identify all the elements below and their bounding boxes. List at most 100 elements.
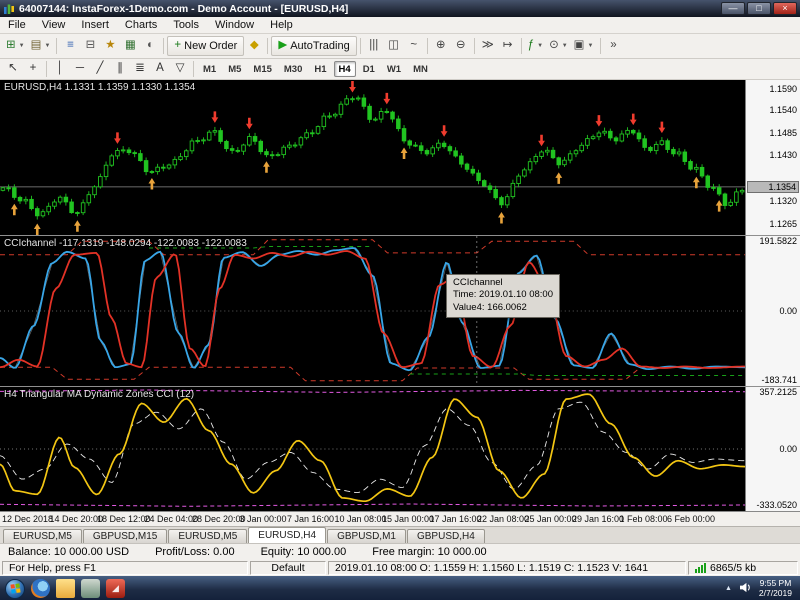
metaeditor-button[interactable]: ◆: [244, 36, 264, 56]
new-chart-button[interactable]: ⊞▼: [3, 36, 28, 56]
chart-tab-gbpusdm15[interactable]: GBPUSD,M15: [83, 529, 167, 543]
chart-tab-gbpusdm1[interactable]: GBPUSD,M1: [327, 529, 406, 543]
new-order-icon: +: [174, 40, 181, 52]
market-watch-button[interactable]: ≡: [60, 36, 80, 56]
menu-file[interactable]: File: [0, 18, 34, 32]
time-axis[interactable]: 12 Dec 201814 Dec 20:0018 Dec 12:0024 De…: [0, 511, 800, 526]
profiles-button[interactable]: ▤▼: [28, 36, 54, 56]
crosshair-button[interactable]: +: [23, 59, 43, 79]
scale-tick: 1.1485: [769, 128, 797, 138]
timeframe-d1[interactable]: D1: [358, 61, 380, 77]
zoom-out-button[interactable]: ⊖: [451, 36, 471, 56]
taskbar-clock[interactable]: 9:55 PM 2/7/2019: [759, 579, 795, 599]
scale-tick: 0.00: [779, 444, 797, 454]
new-chart-icon: ⊞: [6, 40, 16, 52]
scale-tick: 357.2125: [759, 387, 797, 397]
time-label: 28 Dec 20:00: [192, 514, 246, 524]
timeframe-w1[interactable]: W1: [382, 61, 406, 77]
timeframe-m15[interactable]: M15: [248, 61, 276, 77]
trendline-button[interactable]: ╱: [90, 59, 110, 79]
scale-tick: 0.00: [779, 306, 797, 316]
mt4-window: 64007144: InstaForex-1Demo.com - Demo Ac…: [0, 0, 800, 600]
price-scale[interactable]: 1.15901.15401.14851.14301.13201.12651.13…: [745, 80, 800, 235]
menu-charts[interactable]: Charts: [117, 18, 165, 32]
trading-app-taskbar-icon[interactable]: ◢: [106, 579, 125, 598]
system-tray: ▲ 9:55 PM 2/7/2019: [725, 579, 795, 599]
templates-icon: ▣: [574, 40, 585, 52]
auto-scroll-button[interactable]: ≫: [478, 36, 498, 56]
cci-scale[interactable]: 191.58220.00-183.741: [745, 236, 800, 386]
menu-help[interactable]: Help: [262, 18, 301, 32]
scale-tick: -333.0520: [756, 500, 797, 510]
chart-shift-button[interactable]: ↦: [498, 36, 518, 56]
autotrading-button[interactable]: ▶AutoTrading: [271, 36, 356, 56]
cci-lines: [0, 236, 745, 386]
menu-view[interactable]: View: [34, 18, 74, 32]
timeframe-m1[interactable]: M1: [198, 61, 221, 77]
menu-window[interactable]: Window: [207, 18, 262, 32]
dropdown-arrow-icon: ▼: [562, 43, 568, 49]
menu-bar: FileViewInsertChartsToolsWindowHelp: [0, 17, 800, 34]
timeframe-m5[interactable]: M5: [223, 61, 246, 77]
menu-tools[interactable]: Tools: [165, 18, 207, 32]
clock-date: 2/7/2019: [759, 589, 792, 599]
chart-tab-gbpusdh4[interactable]: GBPUSD,H4: [407, 529, 485, 543]
tma-scale[interactable]: 357.2125 0.00 -333.0520: [745, 387, 800, 511]
navigator-icon: ★: [105, 40, 115, 52]
minimize-button[interactable]: —: [721, 2, 745, 15]
price-chart-plot[interactable]: EURUSD,H4 1.1331 1.1359 1.1330 1.1354: [0, 80, 745, 235]
data-window-button[interactable]: ⊟: [80, 36, 100, 56]
status-connection[interactable]: 6865/5 kb: [688, 561, 798, 575]
vertical-line-button[interactable]: │: [50, 59, 70, 79]
tray-chevron-icon[interactable]: ▲: [725, 585, 732, 592]
horizontal-line-button[interactable]: ─: [70, 59, 90, 79]
tooltip-time: Time: 2019.01.10 08:00: [453, 289, 553, 301]
equidistant-channel-icon: ∥: [117, 63, 123, 75]
indicators-icon: ƒ: [528, 40, 534, 52]
timeframe-h1[interactable]: H1: [309, 61, 331, 77]
browser-taskbar-icon[interactable]: [31, 579, 50, 598]
zoom-in-button[interactable]: ⊕: [431, 36, 451, 56]
toolbar-separator: [474, 38, 475, 54]
equidistant-channel-button[interactable]: ∥: [110, 59, 130, 79]
indicators-button[interactable]: ƒ▼: [525, 36, 546, 56]
timeframe-m30[interactable]: M30: [279, 61, 307, 77]
close-button[interactable]: ×: [773, 2, 797, 15]
folder-taskbar-icon[interactable]: [56, 579, 75, 598]
speaker-icon[interactable]: [739, 580, 752, 598]
chart-tabs-bar: EURUSD,M5GBPUSD,M15EURUSD,M5EURUSD,H4GBP…: [0, 526, 800, 543]
chart-tab-eurusdh4[interactable]: EURUSD,H4: [248, 527, 326, 543]
templates-button[interactable]: ▣▼: [571, 36, 597, 56]
cursor-button[interactable]: ↖: [3, 59, 23, 79]
time-label: 25 Jan 00:00: [525, 514, 577, 524]
timeframe-h4[interactable]: H4: [334, 61, 356, 77]
status-template[interactable]: Default: [250, 561, 326, 575]
dropdown-arrow-icon: ▼: [537, 43, 543, 49]
strategy-tester-button[interactable]: ◐: [140, 36, 160, 56]
cci-indicator-panel: CCIchannel -117.1319 -148.0294 -122.0083…: [0, 236, 800, 386]
start-button[interactable]: [5, 579, 25, 599]
new-order-button[interactable]: +New Order: [167, 36, 244, 56]
fibonacci-button[interactable]: ≣: [130, 59, 150, 79]
toolbar-overflow-button[interactable]: »: [604, 36, 624, 56]
new-order-label: New Order: [184, 40, 237, 52]
menu-insert[interactable]: Insert: [73, 18, 117, 32]
text-label-button[interactable]: A: [150, 59, 170, 79]
tma-plot[interactable]: H4 Triangular MA Dynamic Zones CCI (12): [0, 387, 745, 511]
maximize-button[interactable]: □: [747, 2, 771, 15]
periods-button[interactable]: ⊙▼: [546, 36, 571, 56]
app-taskbar-icon[interactable]: [81, 579, 100, 598]
toolbar-separator: [56, 38, 57, 54]
chart-candles-icon: ◫: [388, 40, 399, 52]
connection-bars-icon: [695, 563, 706, 573]
chart-line-button[interactable]: ~: [404, 36, 424, 56]
timeframe-mn[interactable]: MN: [408, 61, 433, 77]
chart-tab-eurusdm5[interactable]: EURUSD,M5: [3, 529, 82, 543]
cci-plot[interactable]: CCIchannel -117.1319 -148.0294 -122.0083…: [0, 236, 745, 386]
terminal-button[interactable]: ▦: [120, 36, 140, 56]
chart-bars-button[interactable]: |||: [364, 36, 384, 56]
chart-candles-button[interactable]: ◫: [384, 36, 404, 56]
arrows-tool-button[interactable]: ▽: [170, 59, 190, 79]
chart-tab-eurusdm5[interactable]: EURUSD,M5: [168, 529, 247, 543]
navigator-button[interactable]: ★: [100, 36, 120, 56]
